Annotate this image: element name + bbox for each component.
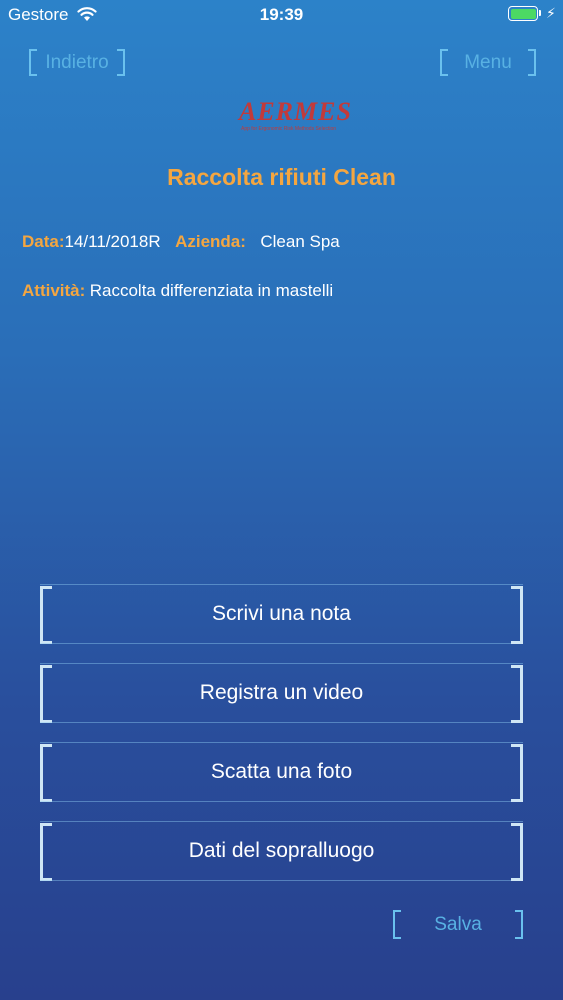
date-value: 14/11/2018R: [64, 232, 161, 251]
button-bottom-line: [40, 880, 523, 881]
clock: 19:39: [259, 5, 304, 24]
survey-data-label: Dati del sopralluogo: [188, 839, 375, 862]
survey-data-button[interactable]: Dati del sopralluogo: [40, 821, 523, 881]
take-photo-label: Scatta una foto: [210, 760, 353, 783]
button-bottom-line: [40, 801, 523, 802]
activity-label: Attività:: [22, 281, 86, 300]
take-photo-button[interactable]: Scatta una foto: [40, 742, 523, 802]
button-top-line: [40, 821, 523, 822]
aermes-logo: AERMES App for Ergonomic Risk Methods Se…: [229, 97, 359, 135]
save-button[interactable]: Salva: [393, 910, 523, 939]
record-video-label: Registra un video: [199, 681, 364, 704]
write-note-label: Scrivi una nota: [212, 602, 351, 625]
battery-nub: [539, 10, 541, 16]
button-bottom-line: [40, 643, 523, 644]
page-title: Raccolta rifiuti Clean: [167, 164, 396, 190]
battery-icon: [508, 6, 538, 21]
record-video-button[interactable]: Registra un video: [40, 663, 523, 723]
company-label: Azienda:: [175, 232, 246, 251]
button-top-line: [40, 663, 523, 664]
button-top-line: [40, 584, 523, 585]
activity-value: Raccolta differenziata in mastelli: [89, 281, 334, 300]
button-bottom-line: [40, 722, 523, 723]
write-note-button[interactable]: Scrivi una nota: [40, 584, 523, 644]
status-bar: Gestore 19:39 ⚡: [0, 0, 563, 30]
date-label: Data:: [22, 232, 65, 251]
charging-bolt-icon: ⚡: [546, 5, 556, 21]
button-top-line: [40, 742, 523, 743]
date-company-row: Data:14/11/2018R Azienda: Clean Spa: [22, 232, 340, 252]
logo-tagline: App for Ergonomic Risk Methods Selection: [241, 126, 337, 132]
logo-text: AERMES: [239, 97, 352, 126]
company-value: Clean Spa: [260, 232, 340, 251]
back-button[interactable]: Indietro: [29, 49, 125, 76]
activity-row: Attività: Raccolta differenziata in mast…: [22, 281, 333, 301]
menu-button[interactable]: Menu: [440, 49, 536, 76]
